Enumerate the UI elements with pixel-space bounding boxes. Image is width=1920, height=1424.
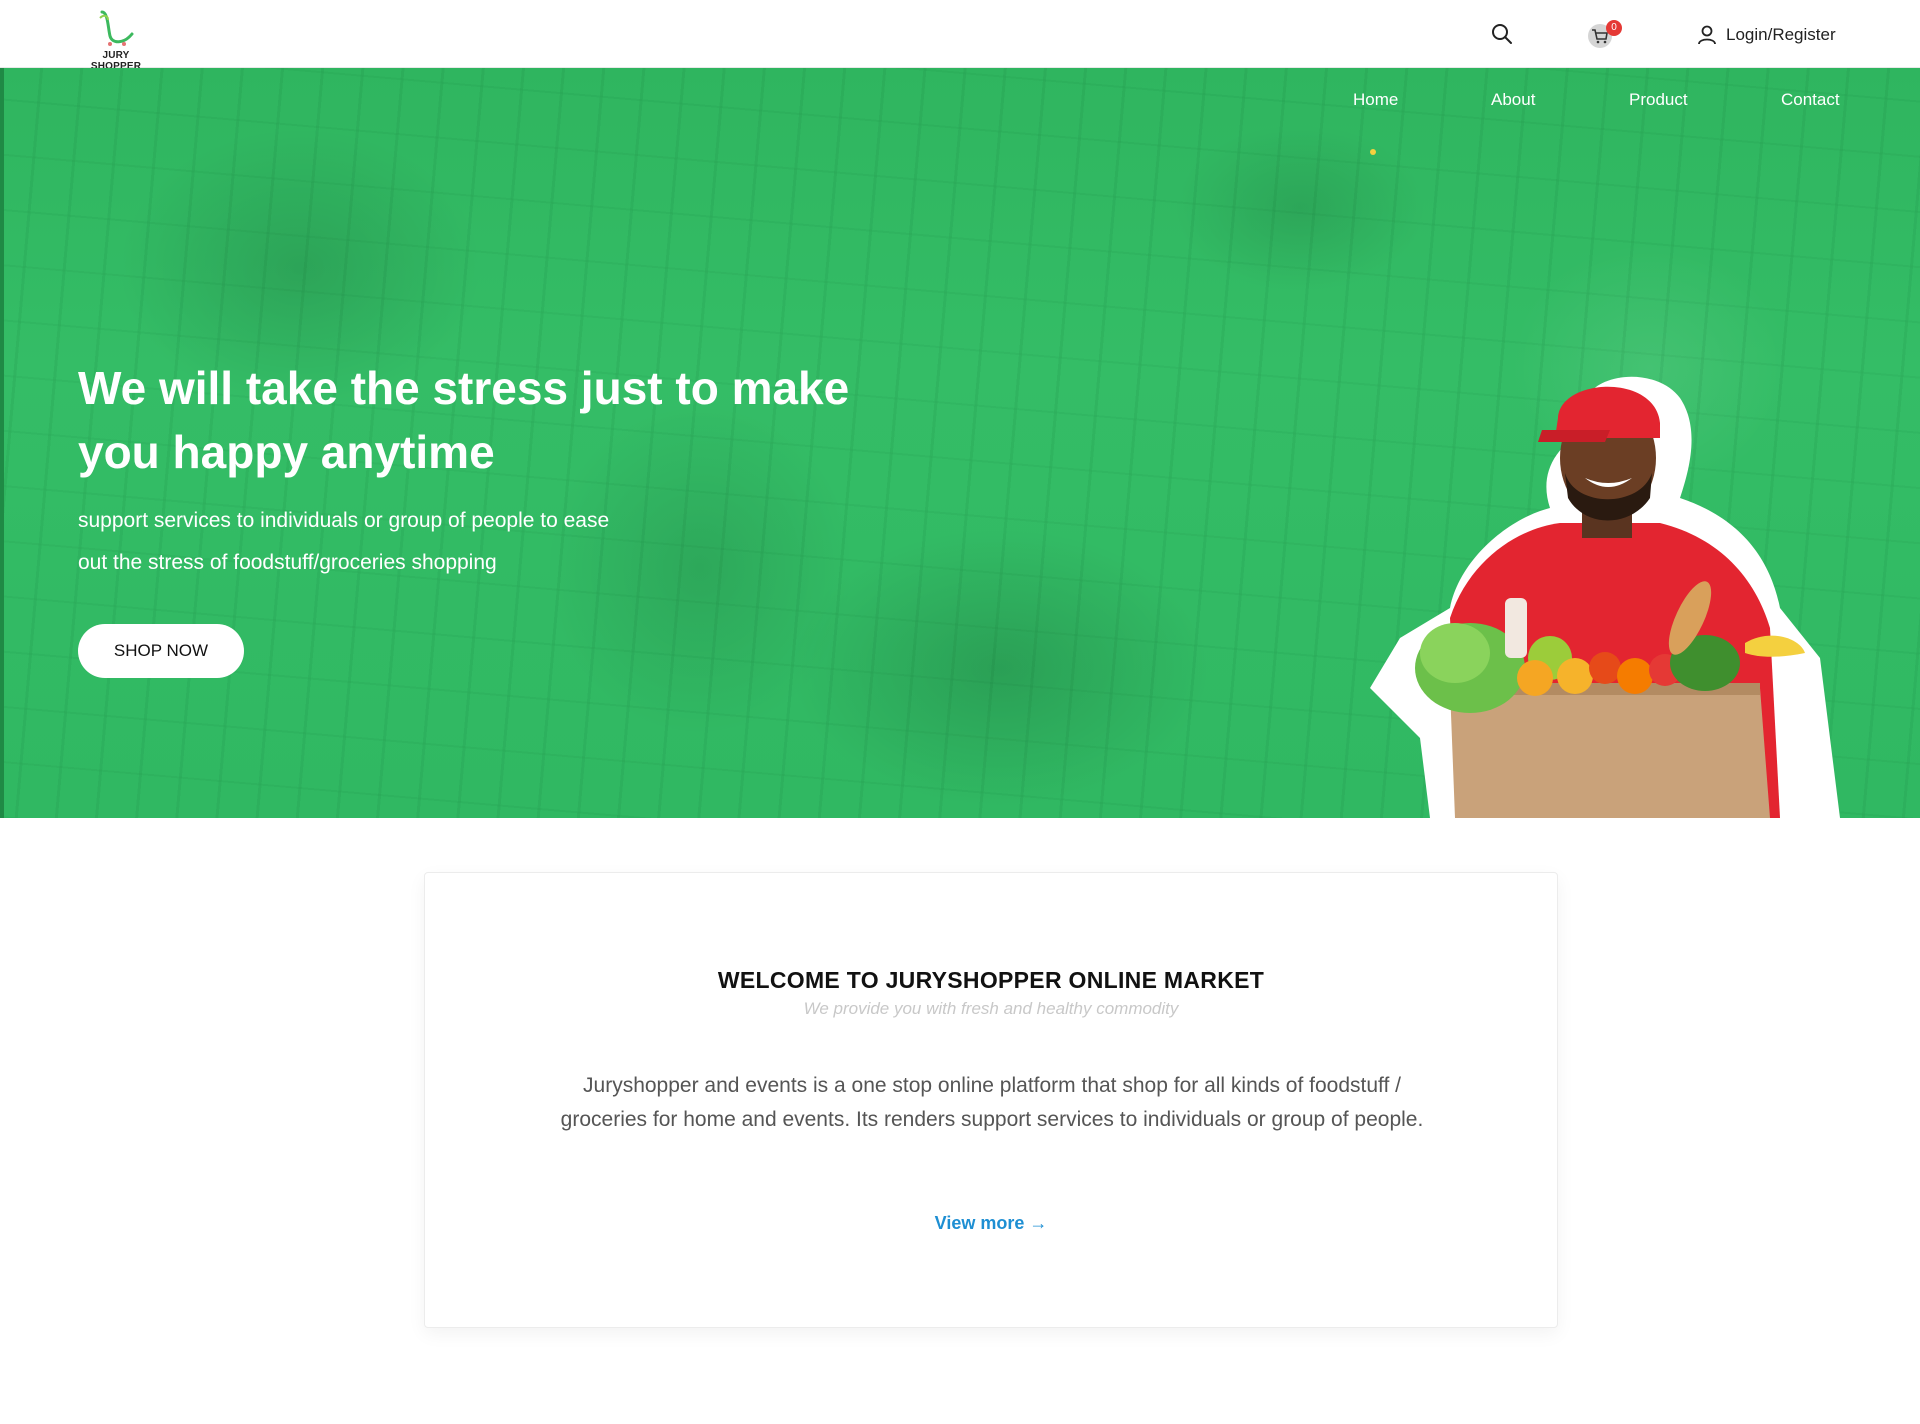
hero-title: We will take the stress just to make you… — [78, 362, 850, 478]
welcome-card: WELCOME TO JURYSHOPPER ONLINE MARKET We … — [424, 872, 1558, 1328]
delivery-man-image — [1370, 376, 1840, 818]
login-register-link[interactable]: Login/Register — [1696, 20, 1836, 50]
user-icon — [1698, 25, 1716, 45]
hero-subtitle: support services to individuals or group… — [78, 509, 610, 574]
login-label: Login/Register — [1726, 25, 1836, 44]
nav-contact[interactable]: Contact — [1781, 90, 1840, 110]
cart-count-badge: 0 — [1606, 20, 1622, 36]
nav-home[interactable]: Home — [1353, 90, 1398, 110]
search-icon — [1492, 24, 1512, 44]
view-more-link[interactable]: View more → — [425, 1213, 1557, 1234]
top-header: JURY SHOPPER 0 Login/Register — [0, 0, 1920, 72]
hero-edge — [0, 68, 4, 818]
welcome-title: WELCOME TO JURYSHOPPER ONLINE MARKET — [717, 967, 1265, 993]
site-logo[interactable]: JURY SHOPPER — [78, 8, 154, 72]
search-button[interactable] — [1488, 20, 1516, 48]
logo-icon — [99, 10, 134, 46]
welcome-body: Juryshopper and events is a one stop onl… — [560, 1074, 1424, 1131]
nav-about[interactable]: About — [1491, 90, 1535, 110]
nav-product[interactable]: Product — [1629, 90, 1688, 110]
shop-now-button[interactable]: SHOP NOW — [78, 624, 244, 678]
cart-button[interactable]: 0 — [1586, 20, 1622, 50]
welcome-tagline: We provide you with fresh and healthy co… — [803, 999, 1179, 1018]
nav-active-indicator — [1370, 149, 1376, 155]
hero-banner: Home About Product Contact We will take … — [0, 68, 1920, 818]
